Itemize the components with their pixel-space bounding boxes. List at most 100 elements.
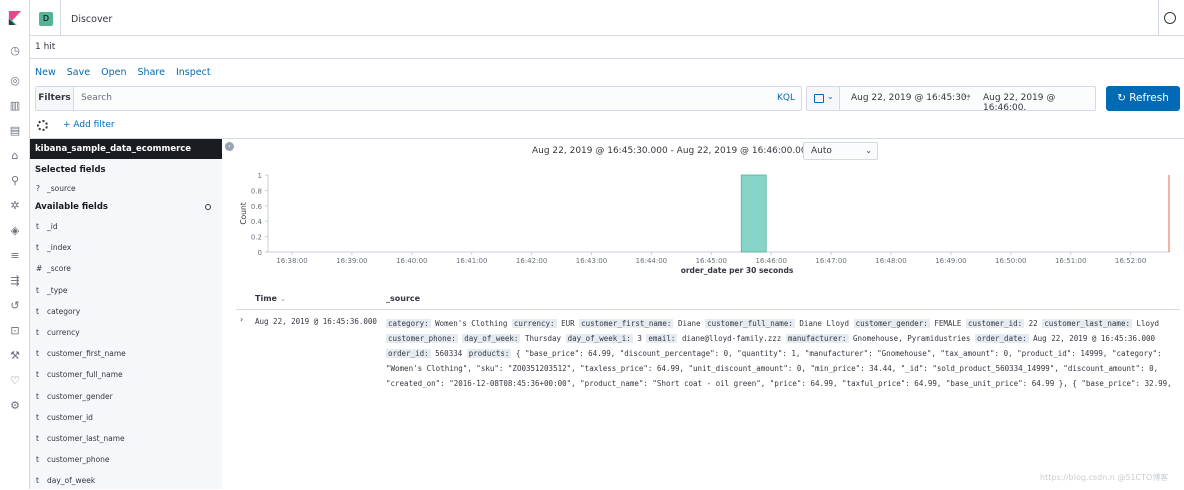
- field-item[interactable]: t day_of_week: [36, 476, 216, 490]
- row-source-document: category: Women's Clothing currency: EUR…: [386, 316, 1181, 391]
- x-tick-label: 16:43:00: [576, 257, 607, 265]
- source-field-value: Aug 22, 2019 @ 16:45:36.000: [1033, 334, 1156, 343]
- logs-icon[interactable]: ≡: [8, 249, 22, 263]
- source-field-key: order_id:: [386, 349, 431, 358]
- x-tick-label: 16:47:00: [815, 257, 846, 265]
- field-item[interactable]: t customer_phone: [36, 455, 216, 469]
- arrow-right-icon: →: [963, 92, 971, 102]
- x-tick-label: 16:41:00: [456, 257, 487, 265]
- canvas-icon[interactable]: ⌂: [8, 149, 22, 163]
- field-type-icon: t: [36, 306, 39, 316]
- field-item[interactable]: t customer_id: [36, 413, 216, 427]
- source-field-key: customer_full_name:: [705, 319, 795, 328]
- source-field-key: manufacturer:: [785, 334, 849, 343]
- chevron-down-icon: ⌄: [865, 146, 872, 155]
- field-item[interactable]: t currency: [36, 328, 216, 342]
- field-item[interactable]: t _type: [36, 286, 216, 300]
- quick-select-button[interactable]: ⌄: [807, 87, 840, 110]
- filter-options-gear-icon[interactable]: [37, 120, 48, 131]
- column-header-time[interactable]: Time ⌄: [255, 294, 286, 303]
- dev-tools-icon[interactable]: ⚒: [8, 349, 22, 363]
- source-field-key: customer_id:: [965, 319, 1025, 328]
- dashboard-icon[interactable]: ▤: [8, 124, 22, 138]
- source-field-value: Women's Clothing: [435, 319, 508, 328]
- open-button[interactable]: Open: [101, 67, 126, 78]
- infrastructure-icon[interactable]: ◈: [8, 224, 22, 238]
- field-name: day_of_week: [47, 476, 96, 486]
- field-sidebar: Selected fields ? _source Available field…: [30, 159, 222, 489]
- source-field-key: day_of_week:: [462, 334, 521, 343]
- kql-toggle[interactable]: KQL: [777, 93, 795, 103]
- column-header-source: _source: [386, 294, 421, 303]
- search-input[interactable]: Search: [81, 93, 112, 103]
- field-item[interactable]: t _id: [36, 222, 216, 236]
- ml-icon[interactable]: ✲: [8, 199, 22, 213]
- sort-icon[interactable]: ⌄: [277, 294, 287, 303]
- x-tick-label: 16:42:00: [516, 257, 547, 265]
- refresh-label: Refresh: [1129, 92, 1169, 104]
- histogram-bar: [740, 174, 767, 253]
- source-field-value: diane@lloyd-family.zzz: [681, 334, 782, 343]
- y-tick-label: 0.2: [251, 234, 262, 242]
- x-tick-label: 16:49:00: [935, 257, 966, 265]
- selected-field-source[interactable]: ? _source: [36, 184, 216, 198]
- space-avatar[interactable]: D: [39, 12, 53, 26]
- source-field-value: 3: [637, 334, 642, 343]
- field-type-icon: ?: [36, 184, 40, 193]
- interval-select[interactable]: Auto ⌄: [803, 142, 878, 160]
- source-field-key: customer_first_name:: [579, 319, 674, 328]
- field-item[interactable]: t customer_first_name: [36, 349, 216, 363]
- start-date[interactable]: Aug 22, 2019 @ 16:45:30.: [851, 93, 970, 103]
- add-filter-button[interactable]: + Add filter: [63, 120, 115, 130]
- refresh-button[interactable]: ↻ Refresh: [1106, 86, 1180, 111]
- y-tick-label: 0.4: [251, 218, 263, 226]
- breadcrumb: Discover: [71, 14, 113, 25]
- management-icon[interactable]: ⚙: [8, 399, 22, 413]
- help-icon[interactable]: [1164, 12, 1176, 24]
- end-date[interactable]: Aug 22, 2019 @ 16:46:00.: [983, 93, 1095, 113]
- source-field-key: email:: [646, 334, 678, 343]
- field-type-icon: t: [36, 349, 39, 359]
- apm-icon[interactable]: ⇶: [8, 274, 22, 288]
- field-filter-gear-icon[interactable]: [205, 204, 211, 210]
- left-nav: ◷ ◎ ▥ ▤ ⌂ ⚲ ✲ ◈ ≡ ⇶ ↺ ⊡ ⚒ ♡ ⚙: [0, 0, 30, 489]
- kibana-logo[interactable]: [8, 10, 22, 26]
- siem-icon[interactable]: ⊡: [8, 324, 22, 338]
- share-button[interactable]: Share: [138, 67, 165, 78]
- recently-viewed-icon[interactable]: ◷: [8, 44, 22, 58]
- x-tick-label: 16:50:00: [995, 257, 1026, 265]
- source-field-key: customer_last_name:: [1042, 319, 1132, 328]
- source-field-key: currency:: [511, 319, 557, 328]
- field-name: customer_id: [47, 412, 93, 422]
- divider: [30, 58, 1184, 59]
- inspect-button[interactable]: Inspect: [176, 67, 211, 78]
- field-item[interactable]: t customer_gender: [36, 392, 216, 406]
- save-button[interactable]: Save: [67, 67, 90, 78]
- watermark: https://blog.csdn.n @51CTO博客: [1040, 473, 1169, 482]
- y-tick-label: 0.6: [251, 203, 263, 211]
- index-pattern-selector[interactable]: kibana_sample_data_ecommerce: [30, 139, 222, 159]
- field-item[interactable]: t customer_last_name: [36, 434, 216, 448]
- field-item[interactable]: t _index: [36, 243, 216, 257]
- expand-row-icon[interactable]: ›: [240, 315, 243, 324]
- field-name: _index: [47, 243, 72, 253]
- calendar-icon: [814, 94, 824, 103]
- x-tick-label: 16:39:00: [336, 257, 367, 265]
- new-button[interactable]: New: [35, 67, 56, 78]
- field-name: category: [47, 306, 81, 316]
- uptime-icon[interactable]: ↺: [8, 299, 22, 313]
- field-name: customer_first_name: [47, 349, 126, 359]
- x-tick-label: 16:45:00: [696, 257, 727, 265]
- field-item[interactable]: t category: [36, 307, 216, 321]
- visualize-icon[interactable]: ▥: [8, 99, 22, 113]
- field-item[interactable]: # _score: [36, 264, 216, 278]
- field-item[interactable]: t customer_full_name: [36, 370, 216, 384]
- discover-icon[interactable]: ◎: [8, 74, 22, 88]
- chevron-down-icon: ⌄: [827, 92, 834, 101]
- collapse-sidebar-icon[interactable]: ‹: [225, 142, 234, 151]
- field-name: _source: [47, 184, 76, 193]
- maps-icon[interactable]: ⚲: [8, 174, 22, 188]
- source-field-value: FEMALE: [934, 319, 962, 328]
- monitoring-icon[interactable]: ♡: [8, 374, 22, 388]
- source-field-value: 560334: [435, 349, 463, 358]
